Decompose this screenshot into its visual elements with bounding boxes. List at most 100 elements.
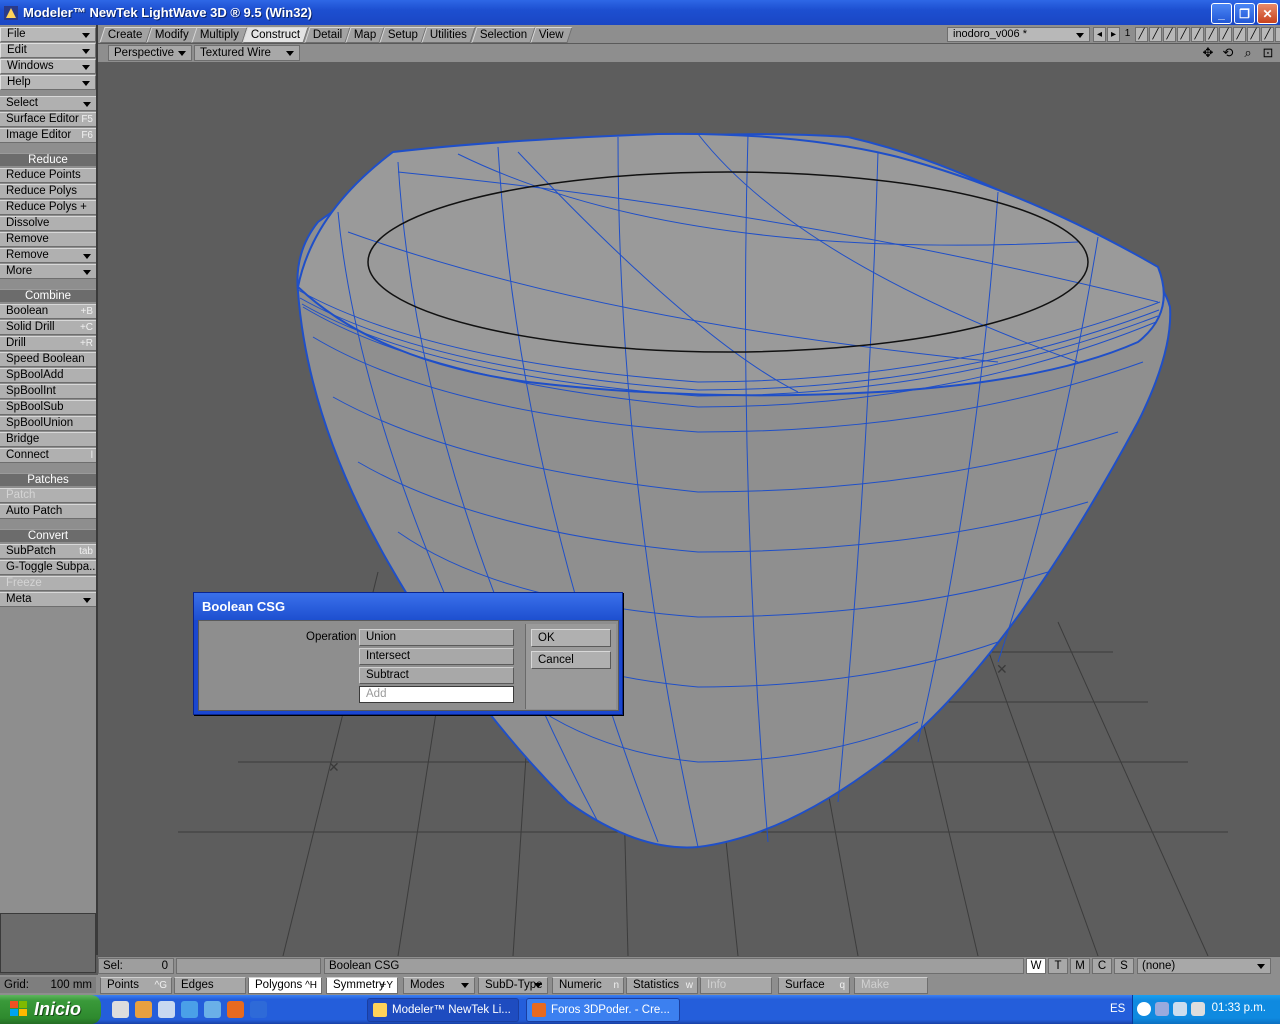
network-icon[interactable] [1155,1002,1169,1016]
maximize-view-icon[interactable]: ⊡ [1260,45,1276,61]
quicklaunch-icon[interactable] [112,1001,129,1018]
tray-expand-icon[interactable] [1137,1002,1151,1016]
cancel-button[interactable]: Cancel [531,651,611,669]
zoom-view-icon[interactable]: ⌕ [1240,45,1256,61]
numeric-button[interactable]: Numeric n [552,977,624,994]
subpatch-button[interactable]: SubPatch tab [0,544,96,559]
layer-slot[interactable]: ╱ [1261,27,1274,42]
lightwave-app-icon[interactable] [3,5,19,21]
image-editor-button[interactable]: Image Editor F6 [0,128,96,143]
subtract-option[interactable]: Subtract [359,667,514,684]
task-modeler[interactable]: Modeler™ NewTek Li... [367,998,519,1022]
add-option[interactable]: Add [359,686,514,703]
close-icon[interactable]: ✕ [1257,3,1278,24]
restore-icon[interactable]: ❐ [1234,3,1255,24]
tab-detail[interactable]: Detail [304,27,351,43]
ie-icon[interactable] [181,1001,198,1018]
language-indicator[interactable]: ES [1110,1003,1125,1015]
speed-boolean-button[interactable]: Speed Boolean [0,352,96,367]
edit-menu[interactable]: Edit [0,43,96,58]
spboolunion-button[interactable]: SpBoolUnion [0,416,96,431]
tab-utilities[interactable]: Utilities [421,27,477,43]
subd-type-dropdown[interactable]: SubD-Type [478,977,548,994]
tab-modify[interactable]: Modify [145,27,198,43]
tab-create[interactable]: Create [99,27,152,43]
start-button[interactable]: Inicio [0,995,101,1024]
wtmcs-m[interactable]: M [1070,958,1090,974]
layer-slot[interactable]: ╱ [1191,27,1204,42]
network-icon[interactable] [1173,1002,1187,1016]
quicklaunch-icon[interactable] [250,1001,267,1018]
wtmcs-t[interactable]: T [1048,958,1068,974]
spboolint-button[interactable]: SpBoolInt [0,384,96,399]
layer-slot[interactable]: ╱ [1135,27,1148,42]
meta-dropdown[interactable]: Meta [0,592,96,607]
render-mode-dropdown[interactable]: Textured Wire [194,45,300,61]
wtmcs-s[interactable]: S [1114,958,1134,974]
surface-dropdown[interactable]: (none) [1137,958,1271,974]
union-option[interactable]: Union [359,629,514,646]
object-selector[interactable]: inodoro_v006 * [947,27,1090,42]
g-toggle-subpatch-button[interactable]: G-Toggle Subpa... [0,560,96,575]
layer-menu-icon[interactable]: ▾ [1275,27,1280,42]
solid-drill-button[interactable]: Solid Drill +C [0,320,96,335]
windows-menu[interactable]: Windows [0,59,96,74]
layer-slot[interactable]: ╱ [1219,27,1232,42]
surface-button[interactable]: Surface q [778,977,850,994]
quicklaunch-icon[interactable] [135,1001,152,1018]
reduce-polys-plus-button[interactable]: Reduce Polys + [0,200,96,215]
wtmcs-c[interactable]: C [1092,958,1112,974]
modes-dropdown[interactable]: Modes [403,977,475,994]
rotate-view-icon[interactable]: ⟲ [1220,45,1236,61]
layer-slot[interactable]: ╱ [1247,27,1260,42]
drill-button[interactable]: Drill +R [0,336,96,351]
reduce-points-button[interactable]: Reduce Points [0,168,96,183]
reduce-polys-button[interactable]: Reduce Polys [0,184,96,199]
next-layer-icon[interactable]: ▸ [1107,27,1120,42]
firefox-icon[interactable] [227,1001,244,1018]
points-mode-button[interactable]: Points ^G [100,977,172,994]
auto-patch-button[interactable]: Auto Patch [0,504,96,519]
dissolve-button[interactable]: Dissolve [0,216,96,231]
edges-mode-button[interactable]: Edges [174,977,246,994]
intersect-option[interactable]: Intersect [359,648,514,665]
layer-slot[interactable]: ╱ [1149,27,1162,42]
prev-layer-icon[interactable]: ◂ [1093,27,1106,42]
ok-button[interactable]: OK [531,629,611,647]
layer-slot[interactable]: ╱ [1233,27,1246,42]
tab-selection[interactable]: Selection [470,27,536,43]
spbooladd-button[interactable]: SpBoolAdd [0,368,96,383]
statistics-button[interactable]: Statistics w [626,977,698,994]
boolean-button[interactable]: Boolean +B [0,304,96,319]
tab-construct[interactable]: Construct [242,27,310,43]
bridge-button[interactable]: Bridge [0,432,96,447]
minimize-icon[interactable]: _ [1211,3,1232,24]
make-button[interactable]: Make [854,977,928,994]
quicklaunch-icon[interactable] [158,1001,175,1018]
freeze-button[interactable]: Freeze [0,576,96,591]
info-button[interactable]: Info [700,977,772,994]
symmetry-toggle[interactable]: Symmetry +Y [326,977,398,994]
wtmcs-w[interactable]: W [1026,958,1046,974]
remove-button[interactable]: Remove [0,232,96,247]
connect-button[interactable]: Connect l [0,448,96,463]
surface-editor-button[interactable]: Surface Editor F5 [0,112,96,127]
patch-button[interactable]: Patch [0,488,96,503]
help-menu[interactable]: Help [0,75,96,90]
quicklaunch-icon[interactable] [204,1001,221,1018]
task-firefox[interactable]: Foros 3DPoder. - Cre... [526,998,680,1022]
layer-slot[interactable]: ╱ [1177,27,1190,42]
tab-multiply[interactable]: Multiply [191,27,248,43]
remove-dropdown[interactable]: Remove [0,248,96,263]
select-menu[interactable]: Select [0,96,96,111]
polygons-mode-button[interactable]: Polygons ^H [248,977,322,994]
layer-slot[interactable]: ╱ [1163,27,1176,42]
layer-slot[interactable]: ╱ [1205,27,1218,42]
tab-view[interactable]: View [530,27,573,43]
spboolsub-button[interactable]: SpBoolSub [0,400,96,415]
file-menu[interactable]: File [0,27,96,42]
more-dropdown[interactable]: More [0,264,96,279]
volume-icon[interactable] [1191,1002,1205,1016]
perspective-viewport[interactable]: ✕ ✕ [98,62,1280,956]
projection-dropdown[interactable]: Perspective [108,45,192,61]
